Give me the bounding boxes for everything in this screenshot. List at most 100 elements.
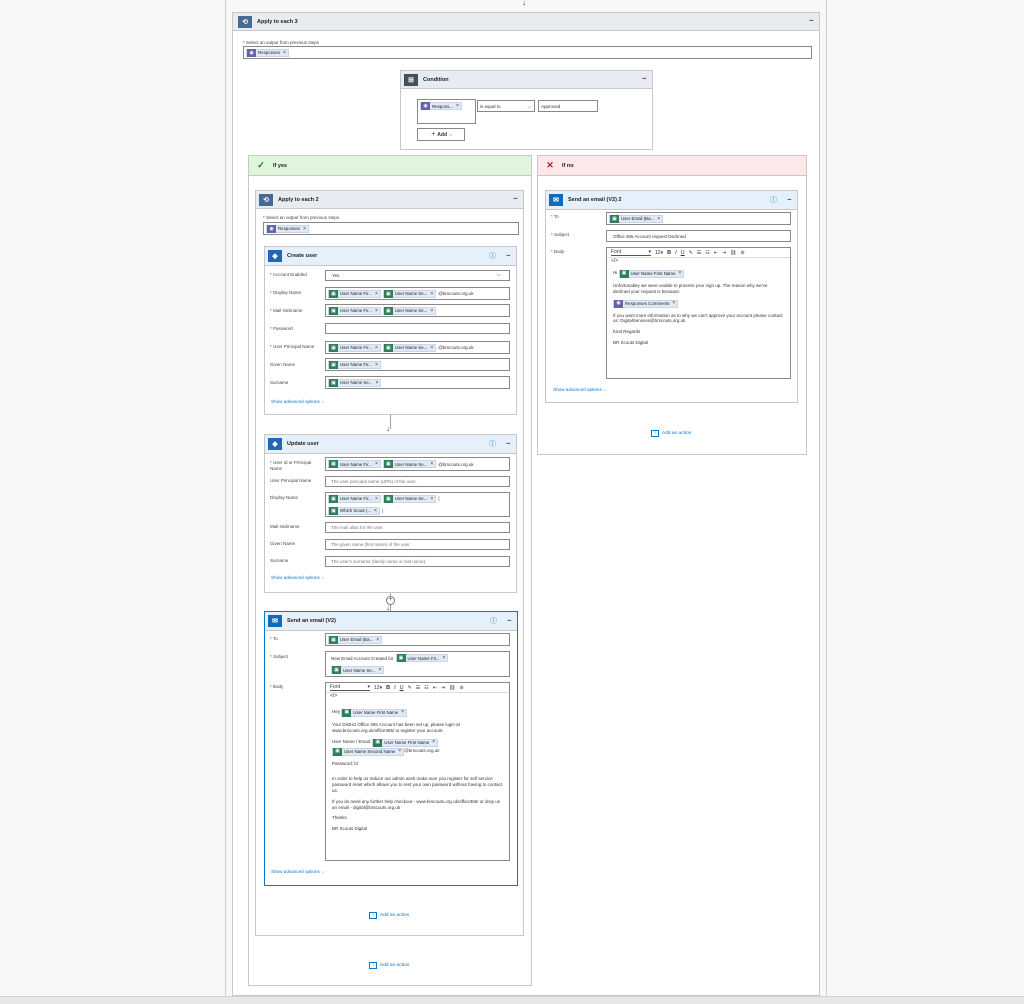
send-email-show-advanced[interactable]: Show advanced options ⌵ [271,869,325,874]
numbered-list-icon[interactable]: ☷ [705,250,709,256]
condition-header[interactable]: ⊞ Condition ··· [401,71,652,89]
second-name-token[interactable]: ▣ User Name Se... × [331,666,385,674]
update-given-name-input[interactable]: The given name (first name) of the user. [325,539,510,550]
apply-each-2-header[interactable]: ⟲ Apply to each 2 ··· [256,191,523,209]
first-name-token[interactable]: ▣ User Name Fir... × [328,289,381,298]
help-icon[interactable]: ⓘ [770,195,777,205]
bold-icon[interactable]: B [667,250,671,256]
condition-operator-select[interactable]: is equal to ⌵ [477,100,535,112]
outdent-icon[interactable]: ⇤ [433,685,437,691]
subject-input-2[interactable]: Office 365 Account request Declined [606,230,791,242]
bullet-list-icon[interactable]: ☰ [416,685,420,691]
bottom-scrollbar[interactable] [0,996,1024,1004]
which-scout-token[interactable]: ▣ Which Scout (... × [328,506,380,515]
more-icon[interactable]: ··· [506,253,511,260]
update-user-show-advanced[interactable]: Show advanced options ⌵ [271,575,325,580]
user-email-token[interactable]: ▣ User Email (Ba... × [609,214,664,223]
subject-input[interactable]: New Email Account Created for ▣ User Name… [325,651,510,677]
mail-nickname-input[interactable]: ▣ User Name Fir... × ▣ User Name Se... × [325,304,510,317]
code-view-icon[interactable]: </> [326,693,509,701]
more-icon[interactable]: ··· [787,197,792,204]
unlink-icon[interactable]: ⊘ [460,685,464,691]
more-icon[interactable]: ··· [513,196,518,203]
apply-each-3-header[interactable]: ⟲ Apply to each 3 ··· [233,13,819,31]
apply-each-2-select-input[interactable]: ◉ Responses × [263,222,519,235]
update-upn-input[interactable]: The user principal name (UPN) of the use… [325,476,510,487]
body-editor[interactable]: Font ▾ 12▾ BIU ✎ ☰ ☷ ⇤ ⇥ ⛓ ⊘ </> Hey ▣ User Nam… [325,682,510,861]
if-yes-header[interactable]: ✓ If yes [249,156,531,176]
first-name-full-token[interactable]: ▣ User Name First Name × [341,709,408,717]
update-mail-nickname-input[interactable]: The mail alias for the user. [325,522,510,533]
bullet-list-icon[interactable]: ☰ [697,250,701,256]
second-name-token[interactable]: ▣ User Name Se... × [382,494,437,503]
code-view-icon[interactable]: </> [607,258,790,266]
if-no-header[interactable]: ✕ If no [538,156,806,176]
font-size-select[interactable]: 12▾ [655,250,663,256]
account-enabled-select[interactable]: Yes ⌵ [325,270,510,281]
help-icon[interactable]: ⓘ [489,439,496,449]
indent-icon[interactable]: ⇥ [441,685,445,691]
underline-icon[interactable]: U [681,250,685,256]
user-email-token[interactable]: ▣ User Email (Ba... × [328,635,383,644]
send-email-header[interactable]: ✉ Send an email (V2) ⓘ ··· [265,612,517,631]
responses-token[interactable]: ◉ Responses × [246,48,289,57]
password-input[interactable] [325,323,510,334]
help-icon[interactable]: ⓘ [489,251,496,261]
first-name-full-token[interactable]: ▣ User Name First Name × [372,738,439,747]
add-action-no-button[interactable]: ⊤ Add an action [651,430,691,437]
apply-each-3-select-input[interactable]: ◉ Responses × [243,46,812,59]
condition-value-input[interactable]: Approved [538,100,598,112]
outdent-icon[interactable]: ⇤ [714,250,718,256]
first-name-token[interactable]: ▣ User Name Fir... × [328,460,381,468]
second-name-token[interactable]: ▣ User Name Se... × [382,343,437,352]
send-email2-show-advanced[interactable]: Show advanced options ⌵ [553,387,607,392]
update-display-name-input[interactable]: ▣ User Name Fir... × ▣ User Name Se... × ( ▣… [325,492,510,517]
indent-icon[interactable]: ⇥ [722,250,726,256]
condition-add-button[interactable]: + Add ⌵ [417,128,465,141]
second-name-token[interactable]: ▣ User Name Se... × [382,460,437,468]
responses-token[interactable]: ◉ Responses × [266,224,309,233]
surname-input[interactable]: ▣ User Name Se... × [325,376,510,389]
responses-comments-token[interactable]: ◉ Responses Comments × [613,299,679,308]
given-name-input[interactable]: ▣ User Name Fir... × [325,358,510,371]
send-email2-header[interactable]: ✉ Send an email (V2) 2 ⓘ ··· [546,191,797,210]
add-action-yes-button[interactable]: ⊤ Add an action [369,962,409,969]
numbered-list-icon[interactable]: ☷ [424,685,428,691]
bold-icon[interactable]: B [386,685,390,691]
update-surname-input[interactable]: The user's surname (family name or last … [325,556,510,567]
unlink-icon[interactable]: ⊘ [741,250,745,256]
first-name-token[interactable]: ▣ User Name Fir... × [395,654,449,662]
second-name-token[interactable]: ▣ User Name Se... × [382,306,437,315]
second-name-token[interactable]: ▣ User Name Se... × [328,378,382,387]
add-action-apply2-button[interactable]: ⊤ Add an action [369,912,409,919]
first-name-token[interactable]: ▣ User Name Fir... × [328,360,381,369]
font-select[interactable]: Font ▾ [330,684,370,691]
update-user-header[interactable]: ◆ Update user ⓘ ··· [265,435,516,454]
more-icon[interactable]: ··· [506,441,511,448]
first-name-token[interactable]: ▣ User Name Fir... × [328,306,381,315]
font-select[interactable]: Font ▾ [611,249,651,256]
link-icon[interactable]: ⛓ [730,250,736,256]
create-user-header[interactable]: ◆ Create user ⓘ ··· [265,247,516,266]
first-name-full-token[interactable]: ▣ User Name First Name × [618,270,685,278]
link-icon[interactable]: ⛓ [449,685,455,691]
more-icon[interactable]: ··· [809,18,814,25]
first-name-token[interactable]: ▣ User Name Fir... × [328,343,381,352]
underline-icon[interactable]: U [400,685,404,691]
second-name-full-token[interactable]: ▣ User Name Second Name × [332,747,405,756]
condition-left-operand[interactable]: ◉ Respons... × [417,99,476,124]
paint-icon[interactable]: ✎ [689,250,693,256]
second-name-token[interactable]: ▣ User Name Se... × [382,289,437,298]
display-name-input[interactable]: ▣ User Name Fir... × ▣ User Name Se... × @br… [325,287,510,300]
body-editor-2[interactable]: Font ▾ 12▾ BIU ✎ ☰ ☷ ⇤ ⇥ ⛓ ⊘ </> Hi ▣ User Name… [606,247,791,379]
more-icon[interactable]: ··· [507,618,512,625]
more-icon[interactable]: ··· [642,76,647,83]
paint-icon[interactable]: ✎ [408,685,412,691]
responses-token[interactable]: ◉ Respons... × [420,102,462,110]
to-input-2[interactable]: ▣ User Email (Ba... × [606,212,791,225]
italic-icon[interactable]: I [394,685,396,691]
font-size-select[interactable]: 12▾ [374,685,382,691]
first-name-token[interactable]: ▣ User Name Fir... × [328,494,381,503]
upn-input[interactable]: ▣ User Name Fir... × ▣ User Name Se... × @br… [325,341,510,354]
help-icon[interactable]: ⓘ [490,616,497,626]
